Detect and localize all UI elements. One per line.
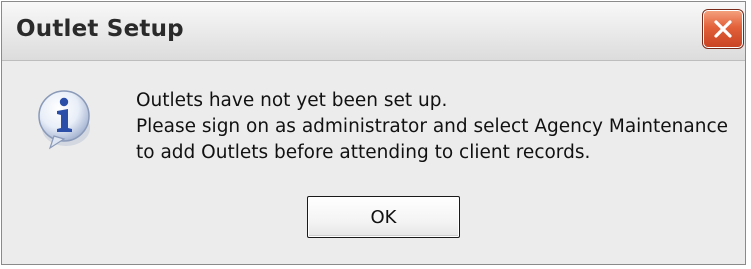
close-button[interactable] bbox=[702, 9, 744, 49]
info-icon bbox=[38, 90, 90, 150]
dialog-body: Outlets have not yet been set up. Please… bbox=[2, 61, 745, 264]
dialog-message: Outlets have not yet been set up. Please… bbox=[136, 88, 736, 166]
message-line: to add Outlets before attending to clien… bbox=[136, 142, 591, 163]
ok-button[interactable]: OK bbox=[307, 196, 460, 238]
dialog-title: Outlet Setup bbox=[16, 16, 184, 42]
title-bar[interactable]: Outlet Setup bbox=[2, 2, 745, 61]
message-line: Please sign on as administrator and sele… bbox=[136, 116, 728, 137]
close-x-icon bbox=[714, 20, 732, 38]
outlet-setup-dialog: Outlet Setup Outlets have not yet been s… bbox=[1, 1, 746, 265]
message-line: Outlets have not yet been set up. bbox=[136, 90, 448, 111]
